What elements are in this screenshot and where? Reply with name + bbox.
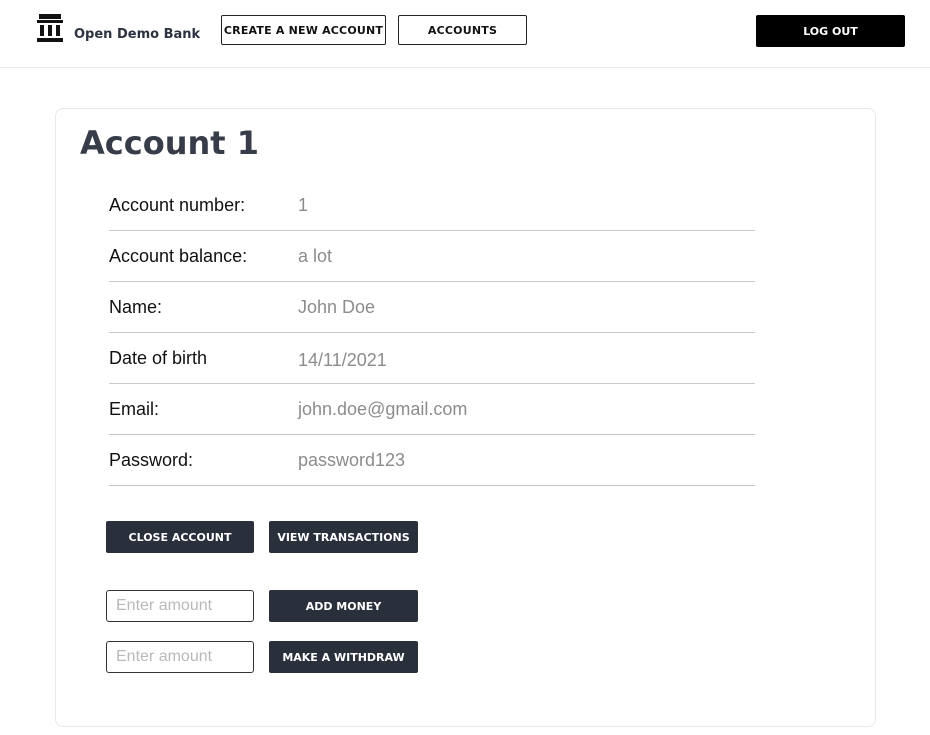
view-transactions-button[interactable]: VIEW TRANSACTIONS xyxy=(269,521,418,553)
add-amount-input[interactable] xyxy=(106,590,254,622)
withdraw-button[interactable]: MAKE A WITHDRAW xyxy=(269,641,418,673)
create-account-button[interactable]: CREATE A NEW ACCOUNT xyxy=(221,15,386,45)
close-account-button[interactable]: CLOSE ACCOUNT xyxy=(106,521,254,553)
detail-value: a lot xyxy=(298,246,333,266)
detail-label: Name: xyxy=(109,297,163,317)
detail-row-email: Email: john.doe@gmail.com xyxy=(109,384,755,435)
detail-label: Account balance: xyxy=(109,246,248,266)
brand-logo[interactable]: Open Demo Bank xyxy=(36,14,200,44)
bank-icon xyxy=(36,14,64,44)
detail-row-account-number: Account number: 1 xyxy=(109,180,755,231)
account-details: Account number: 1 Account balance: a lot… xyxy=(109,180,755,486)
detail-row-password: Password: password123 xyxy=(109,435,755,486)
add-money-button[interactable]: ADD MONEY xyxy=(269,590,418,622)
detail-row-account-balance: Account balance: a lot xyxy=(109,231,755,282)
detail-row-name: Name: John Doe xyxy=(109,282,755,333)
detail-row-date-of-birth: Date of birth 14/11/2021 xyxy=(109,333,755,384)
detail-value: 14/11/2021 xyxy=(298,350,387,370)
detail-label: Date of birth xyxy=(109,348,208,368)
top-navbar: Open Demo Bank CREATE A NEW ACCOUNT ACCO… xyxy=(0,0,930,68)
page-title: Account 1 xyxy=(80,124,259,162)
detail-value: John Doe xyxy=(298,297,376,317)
detail-value: john.doe@gmail.com xyxy=(298,399,468,419)
detail-label: Account number: xyxy=(109,195,246,215)
brand-name: Open Demo Bank xyxy=(74,27,201,42)
detail-value: password123 xyxy=(298,450,406,470)
accounts-button[interactable]: ACCOUNTS xyxy=(398,15,527,45)
detail-label: Email: xyxy=(109,399,160,419)
detail-label: Password: xyxy=(109,450,194,470)
logout-button[interactable]: LOG OUT xyxy=(756,15,905,47)
withdraw-amount-input[interactable] xyxy=(106,641,254,673)
detail-value: 1 xyxy=(298,195,309,215)
